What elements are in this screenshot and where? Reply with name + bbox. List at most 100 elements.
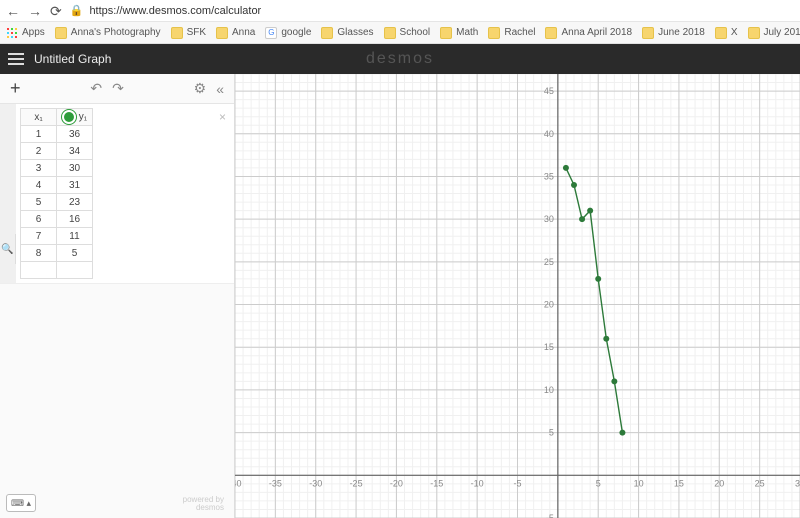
svg-text:-15: -15 (430, 478, 443, 488)
folder-icon (171, 27, 183, 39)
folder-icon (715, 27, 727, 39)
svg-text:30: 30 (795, 478, 800, 488)
bookmark-label: School (400, 27, 431, 38)
svg-text:10: 10 (634, 478, 644, 488)
table-row[interactable]: 85 (21, 245, 93, 262)
delete-expression-button[interactable]: × (219, 110, 226, 124)
graph-canvas[interactable]: -40-35-30-25-20-15-10-551015202530-55101… (235, 74, 800, 518)
svg-text:-40: -40 (235, 478, 242, 488)
graph-title[interactable]: Untitled Graph (34, 52, 111, 66)
bookmark-item[interactable]: Apps (6, 27, 45, 39)
lock-icon: 🔒 (70, 4, 84, 17)
table-row-empty[interactable] (21, 262, 93, 279)
table-row[interactable]: 431 (21, 177, 93, 194)
collapse-panel-button[interactable]: « (216, 81, 224, 97)
folder-icon (748, 27, 760, 39)
url-text: https://www.desmos.com/calculator (89, 5, 261, 17)
bookmark-label: June 2018 (658, 27, 705, 38)
browser-nav-bar: ← → ⟳ 🔒 https://www.desmos.com/calculato… (0, 0, 800, 22)
cell-x[interactable]: 5 (21, 194, 57, 211)
bookmark-item[interactable]: Anna (216, 27, 255, 39)
bookmark-label: Math (456, 27, 478, 38)
graph-area[interactable]: -40-35-30-25-20-15-10-551015202530-55101… (235, 74, 800, 518)
series-color-icon[interactable] (62, 110, 76, 124)
cell-x[interactable]: 4 (21, 177, 57, 194)
cell-x[interactable]: 7 (21, 228, 57, 245)
svg-text:45: 45 (544, 86, 554, 96)
back-button[interactable]: ← (6, 4, 20, 18)
undo-button[interactable]: ↶ (90, 80, 102, 97)
keyboard-button[interactable]: ⌨ ▴ (6, 494, 36, 512)
table-row[interactable]: 234 (21, 143, 93, 160)
cell-y[interactable]: 11 (57, 228, 93, 245)
bookmark-label: July 2018 (764, 27, 800, 38)
cell-y[interactable]: 16 (57, 211, 93, 228)
folder-icon (321, 27, 333, 39)
svg-text:35: 35 (544, 171, 554, 181)
folder-icon (642, 27, 654, 39)
cell-x[interactable]: 1 (21, 126, 57, 143)
data-table[interactable]: x₁ y₁ 13623433043152361671185 (20, 108, 93, 279)
expression-row[interactable]: x₁ y₁ 13623433043152361671185 × (0, 104, 234, 284)
bookmark-item[interactable]: Rachel (488, 27, 535, 39)
folder-icon (440, 27, 452, 39)
forward-button[interactable]: → (28, 4, 42, 18)
bookmark-item[interactable]: Glasses (321, 27, 373, 39)
svg-text:5: 5 (596, 478, 601, 488)
x-column-header[interactable]: x₁ (21, 109, 57, 126)
svg-text:20: 20 (714, 478, 724, 488)
cell-x[interactable] (21, 262, 57, 279)
bookmark-item[interactable]: Anna's Photography (55, 27, 161, 39)
reload-button[interactable]: ⟳ (50, 4, 62, 18)
cell-y[interactable]: 23 (57, 194, 93, 211)
bookmark-label: Glasses (337, 27, 373, 38)
bookmark-item[interactable]: Ggoogle (265, 27, 311, 39)
cell-x[interactable]: 2 (21, 143, 57, 160)
redo-button[interactable]: ↷ (112, 80, 124, 97)
bookmark-bar: Apps Anna's Photography SFK Anna Ggoogle Glas… (0, 22, 800, 44)
svg-text:-20: -20 (390, 478, 403, 488)
bookmark-label: X (731, 27, 738, 38)
bookmark-item[interactable]: June 2018 (642, 27, 705, 39)
settings-button[interactable]: ⚙ (194, 80, 207, 97)
table-row[interactable]: 523 (21, 194, 93, 211)
cell-x[interactable]: 8 (21, 245, 57, 262)
cell-y[interactable] (57, 262, 93, 279)
bookmark-label: Rachel (504, 27, 535, 38)
cell-x[interactable]: 6 (21, 211, 57, 228)
bookmark-item[interactable]: X (715, 27, 738, 39)
url-bar[interactable]: 🔒 https://www.desmos.com/calculator (70, 4, 794, 17)
table-row[interactable]: 136 (21, 126, 93, 143)
panel-toolbar: + ↶ ↷ ⚙ « (0, 74, 234, 104)
table-row[interactable]: 330 (21, 160, 93, 177)
main-area: + ↶ ↷ ⚙ « x₁ (0, 74, 800, 518)
bookmark-label: Anna (232, 27, 255, 38)
cell-y[interactable]: 5 (57, 245, 93, 262)
bookmark-item[interactable]: School (384, 27, 431, 39)
y-column-header[interactable]: y₁ (57, 109, 93, 126)
svg-text:5: 5 (549, 428, 554, 438)
cell-y[interactable]: 34 (57, 143, 93, 160)
powered-by: powered by desmos (183, 496, 224, 512)
bookmark-item[interactable]: Math (440, 27, 478, 39)
cell-x[interactable]: 3 (21, 160, 57, 177)
svg-text:25: 25 (544, 257, 554, 267)
cell-y[interactable]: 36 (57, 126, 93, 143)
bookmark-label: Apps (22, 27, 45, 38)
table-row[interactable]: 711 (21, 228, 93, 245)
table-row[interactable]: 616 (21, 211, 93, 228)
add-expression-button[interactable]: + (10, 78, 21, 99)
svg-text:-10: -10 (471, 478, 484, 488)
bookmark-item[interactable]: July 2018 (748, 27, 800, 39)
bookmark-item[interactable]: SFK (171, 27, 206, 39)
app-header: Untitled Graph desmos (0, 44, 800, 74)
svg-text:40: 40 (544, 129, 554, 139)
menu-button[interactable] (8, 53, 24, 65)
search-tab[interactable]: 🔍 (0, 234, 16, 264)
svg-text:10: 10 (544, 385, 554, 395)
apps-icon (6, 27, 18, 39)
bookmark-item[interactable]: Anna April 2018 (545, 27, 632, 39)
svg-text:30: 30 (544, 214, 554, 224)
cell-y[interactable]: 30 (57, 160, 93, 177)
cell-y[interactable]: 31 (57, 177, 93, 194)
